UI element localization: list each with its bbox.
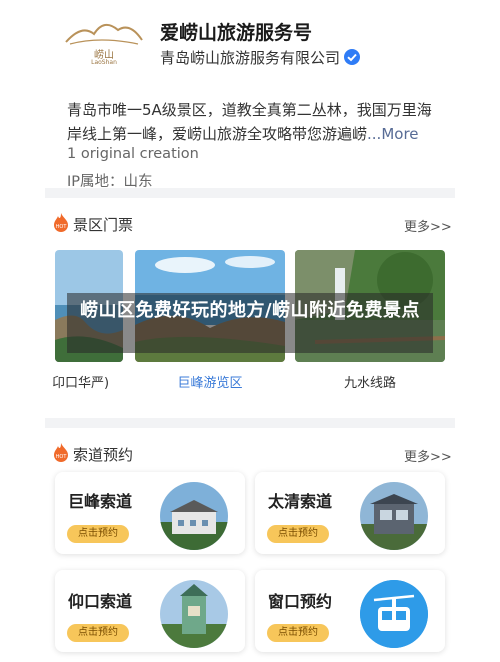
cableway-photo xyxy=(160,482,228,550)
cableway-name: 窗口预约 xyxy=(268,592,333,611)
cableway-photo xyxy=(160,580,228,648)
cableway-name: 仰口索道 xyxy=(68,592,133,611)
book-button[interactable]: 点击预约 xyxy=(67,624,129,642)
ticket-caption-1[interactable]: 卬口华严) xyxy=(52,372,124,391)
overlay-title: 崂山区免费好玩的地方/崂山附近免费景点 xyxy=(79,300,421,321)
more-link[interactable]: ...More xyxy=(367,125,419,143)
account-company[interactable]: 青岛崂山旅游服务有限公司 xyxy=(160,47,340,68)
svg-text:HOT: HOT xyxy=(56,454,68,460)
section-title-tickets: 景区门票 xyxy=(73,216,134,234)
logo-subtext: LaoShan xyxy=(91,59,117,66)
hot-fire-icon: HOT xyxy=(53,443,69,462)
account-logo: 崂山 LaoShan xyxy=(60,14,148,72)
book-button[interactable]: 点击预约 xyxy=(267,624,329,642)
ticket-caption-3[interactable]: 九水线路 xyxy=(295,372,445,391)
book-button[interactable]: 点击预约 xyxy=(267,525,329,543)
ticket-caption-2[interactable]: 巨峰游览区 xyxy=(135,372,285,391)
book-button[interactable]: 点击预约 xyxy=(67,525,129,543)
svg-text:HOT: HOT xyxy=(56,224,68,230)
hot-fire-icon: HOT xyxy=(53,213,69,232)
cable-car-icon xyxy=(360,580,428,648)
account-name[interactable]: 爱崂山旅游服务号 xyxy=(160,18,312,45)
cableway-photo xyxy=(360,482,428,550)
tickets-more-link[interactable]: 更多>> xyxy=(404,216,452,235)
cableway-more-link[interactable]: 更多>> xyxy=(404,446,452,465)
cableway-name: 太清索道 xyxy=(268,492,333,511)
original-count[interactable]: 1 original creation xyxy=(67,146,199,162)
cableway-name: 巨峰索道 xyxy=(68,492,133,511)
verified-icon xyxy=(344,49,360,65)
account-description: 青岛市唯一5A级景区，道教全真第二丛林，我国万里海岸线上第一峰，爱崂山旅游全攻略… xyxy=(67,98,437,146)
section-title-cableway: 索道预约 xyxy=(73,446,134,464)
